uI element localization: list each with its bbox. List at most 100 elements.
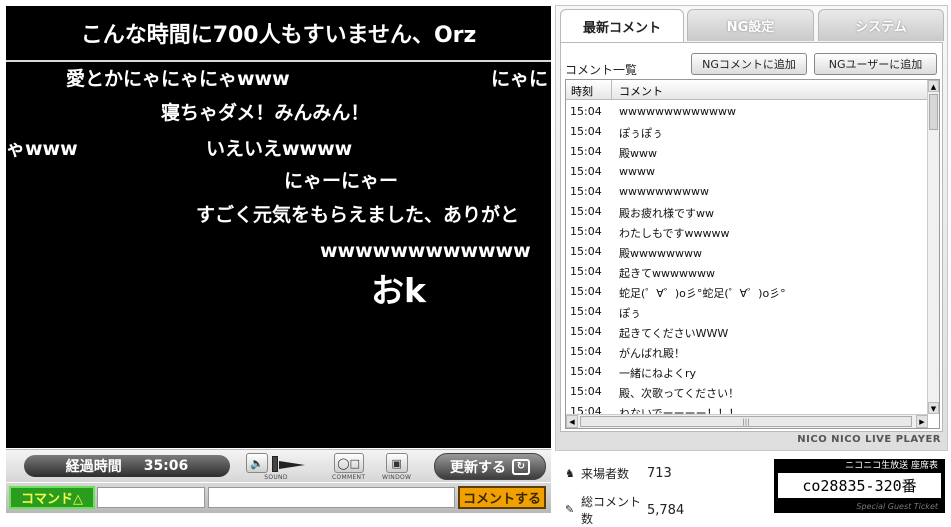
row-time: 15:04 — [570, 145, 602, 158]
ticket-footer: Special Guest Ticket — [856, 502, 938, 511]
comment-input[interactable] — [208, 487, 455, 508]
stream-comment: にゃーにゃー — [284, 170, 399, 192]
player-control-bar: 経過時間 35:06 🔈 SOUND ◯□ COMMENT ▣ WINDOW 更… — [6, 449, 551, 482]
elapsed-value: 35:06 — [143, 458, 189, 474]
row-time: 15:04 — [570, 365, 602, 378]
row-time: 15:04 — [570, 305, 602, 318]
stream-comment: すごく元気をもらえました、ありがと — [196, 204, 520, 226]
table-row[interactable]: 15:04 起きてくださいWWW — [566, 321, 928, 341]
sound-caption: SOUND — [264, 474, 288, 481]
command-button[interactable]: コマンド△ — [9, 486, 95, 509]
tab-latest-comments[interactable]: 最新コメント — [560, 9, 684, 43]
scroll-down-arrow-icon[interactable]: ▼ — [928, 402, 939, 414]
comment-bubble-icon: ◯□ — [333, 453, 364, 473]
add-ng-comment-button[interactable]: NGコメントに追加 — [691, 53, 807, 75]
row-time: 15:04 — [570, 185, 602, 198]
row-comment: がんばれ殿！ — [619, 347, 685, 360]
scroll-right-arrow-icon[interactable]: ▶ — [916, 415, 928, 428]
row-time: 15:04 — [570, 225, 602, 238]
update-label: 更新する — [450, 459, 506, 476]
row-time: 15:04 — [570, 205, 602, 218]
stream-comment: にゃに — [491, 68, 549, 90]
volume-slider[interactable] — [272, 454, 306, 472]
row-comment: 起きてwwwwwww — [619, 267, 715, 280]
table-row[interactable]: 15:04 わたしもですwwwww — [566, 221, 928, 241]
tab-ng-settings[interactable]: NG設定 — [687, 9, 814, 41]
comments-value: 5,784 — [647, 502, 685, 518]
table-row[interactable]: 15:04 ぽぅぽぅ — [566, 121, 928, 141]
horizontal-scrollbar[interactable]: ◀ ||| ▶ — [566, 414, 928, 428]
table-row[interactable]: 15:04 wwww — [566, 161, 928, 181]
stream-comment: おk — [371, 271, 426, 310]
video-screen: こんな時間に700人もすいません、Orz 愛とかにゃにゃにゃwww にゃに 寝ち… — [6, 6, 551, 448]
row-comment: wwww — [619, 165, 655, 178]
table-row[interactable]: 15:04 起きてwwwwwww — [566, 261, 928, 281]
stream-comment: wwwwwwwwwwww — [320, 240, 531, 262]
elapsed-label: 経過時間 — [65, 459, 122, 475]
sound-button[interactable]: 🔈 SOUND — [246, 453, 306, 481]
table-row[interactable]: 15:04 殿、次歌ってください！ — [566, 381, 928, 401]
add-ng-user-button[interactable]: NGユーザーに追加 — [814, 53, 937, 75]
row-time: 15:04 — [570, 345, 602, 358]
comment-caption: COMMENT — [332, 474, 366, 481]
row-comment: ぽぅ — [619, 307, 641, 320]
visitors-label: 来場者数 — [581, 467, 630, 481]
column-header-time[interactable]: 時刻 — [566, 80, 612, 100]
row-time: 15:04 — [570, 285, 602, 298]
scroll-left-arrow-icon[interactable]: ◀ — [566, 415, 578, 428]
comment-table: 時刻 コメント 15:04 wwwwwwwwwwwww 15:04 ぽぅぽぅ 15:04… — [565, 79, 940, 429]
broadcaster-announcement: こんな時間に700人もすいません、Orz — [6, 6, 551, 62]
scroll-up-arrow-icon[interactable]: ▲ — [928, 80, 939, 92]
row-comment: wwwwwwwwww — [619, 185, 709, 198]
row-time: 15:04 — [570, 125, 602, 138]
row-comment: wwwwwwwwwwwww — [619, 105, 736, 118]
table-body: 15:04 wwwwwwwwwwwww 15:04 ぽぅぽぅ 15:04 殿www 15:0… — [566, 101, 928, 421]
table-row[interactable]: 15:04 一緒にねよくry — [566, 361, 928, 381]
ticket-seat-number: co28835-320番 — [778, 473, 941, 498]
stream-comment: 寝ちゃダメ！みんみん！ — [161, 102, 370, 124]
row-time: 15:04 — [570, 265, 602, 278]
row-comment: 殿www — [619, 147, 657, 160]
window-icon: ▣ — [385, 453, 408, 473]
table-row[interactable]: 15:04 殿wwwwwwww — [566, 241, 928, 261]
row-time: 15:04 — [570, 165, 602, 178]
vertical-scrollbar[interactable]: ▲ ▼ — [927, 80, 939, 414]
horizontal-scroll-thumb[interactable]: ||| — [580, 416, 912, 427]
speaker-icon: 🔈 — [246, 453, 268, 473]
seat-ticket: ニコニコ生放送 座席表 co28835-320番 Special Guest T… — [774, 459, 945, 513]
table-row[interactable]: 15:04 wwwwwwwwww — [566, 181, 928, 201]
elapsed-time-display: 経過時間 35:06 — [24, 455, 230, 477]
comment-list-title: コメント一覧 — [565, 63, 638, 77]
row-comment: 起きてくださいWWW — [619, 327, 729, 340]
tab-system[interactable]: システム — [818, 9, 944, 41]
comment-toggle-button[interactable]: ◯□ COMMENT — [332, 453, 365, 481]
latest-comments-panel: コメント一覧 NGコメントに追加 NGユーザーに追加 時刻 コメント 15:04… — [560, 42, 943, 432]
command-input[interactable] — [97, 487, 205, 508]
row-time: 15:04 — [570, 245, 602, 258]
table-row[interactable]: 15:04 殿お疲れ様ですww — [566, 201, 928, 221]
window-button[interactable]: ▣ WINDOW — [382, 453, 411, 481]
player-brand-label: NICO NICO LIVE PLAYER — [797, 434, 941, 445]
row-comment: 殿、次歌ってください！ — [619, 387, 740, 400]
row-comment: 殿wwwwwwww — [619, 247, 702, 260]
update-button[interactable]: 更新する ↻ — [434, 453, 546, 480]
column-header-comment[interactable]: コメント — [613, 80, 663, 100]
table-row[interactable]: 15:04 蛇足(゜∀゜)o彡°蛇足(゜∀゜)o彡° — [566, 281, 928, 301]
visitor-count: ♞ 来場者数 713 — [565, 465, 672, 482]
row-comment: 一緒にねよくry — [619, 367, 697, 380]
visitors-icon: ♞ — [565, 466, 575, 480]
total-comment-count: ✎ 総コメント数 5,784 — [565, 493, 684, 527]
table-row[interactable]: 15:04 ぽぅ — [566, 301, 928, 321]
row-time: 15:04 — [570, 385, 602, 398]
table-row[interactable]: 15:04 wwwwwwwwwwwww — [566, 101, 928, 121]
stream-comment: ゃwww — [6, 138, 78, 160]
table-row[interactable]: 15:04 がんばれ殿！ — [566, 341, 928, 361]
submit-comment-button[interactable]: コメントする — [458, 486, 546, 509]
stream-comment: 愛とかにゃにゃにゃwww — [66, 68, 290, 90]
comments-icon: ✎ — [565, 503, 575, 516]
scroll-thumb[interactable] — [929, 94, 938, 130]
comments-label: 総コメント数 — [581, 495, 642, 526]
row-time: 15:04 — [570, 325, 602, 338]
table-row[interactable]: 15:04 殿www — [566, 141, 928, 161]
visitors-value: 713 — [647, 466, 672, 481]
